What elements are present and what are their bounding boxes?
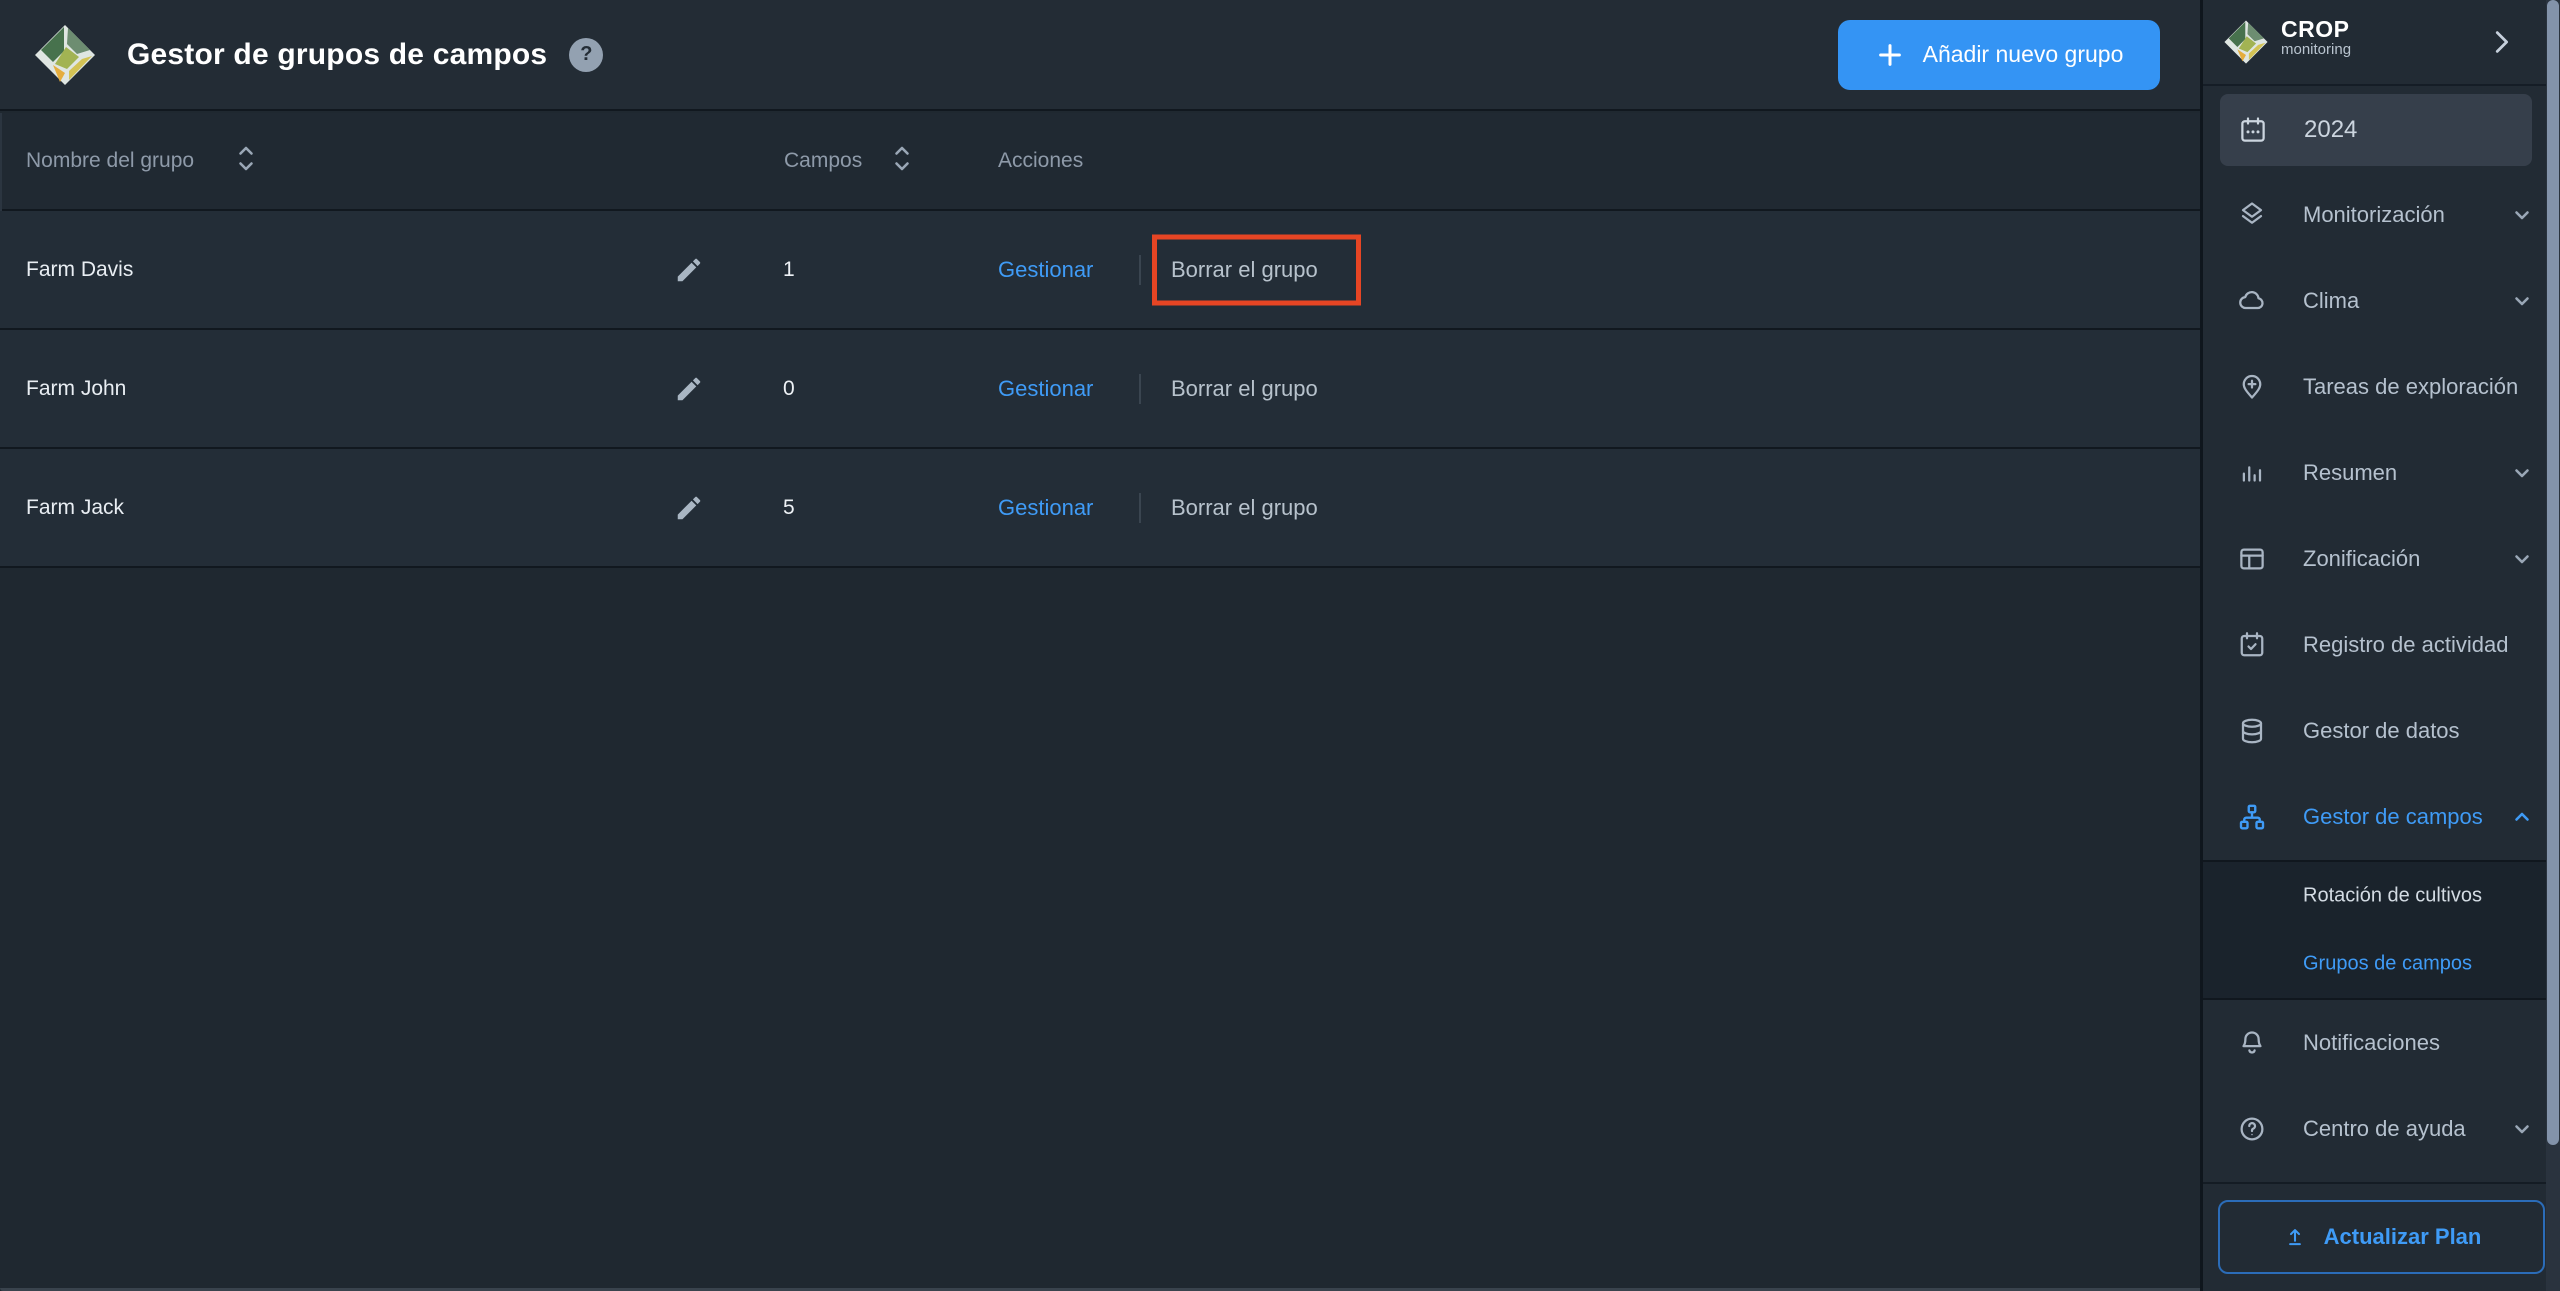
chevron-down-icon bbox=[2510, 461, 2534, 485]
sort-icon-campos[interactable] bbox=[893, 142, 911, 181]
upgrade-plan-label: Actualizar Plan bbox=[2323, 1224, 2482, 1249]
action-divider bbox=[1139, 492, 1141, 523]
page-title: Gestor de grupos de campos bbox=[127, 37, 548, 71]
add-group-button[interactable]: Añadir nuevo grupo bbox=[1838, 19, 2160, 90]
chevron-down-icon bbox=[2510, 547, 2534, 571]
sidebar-item-label: Registro de actividad bbox=[2303, 632, 2509, 657]
calendar-icon bbox=[2238, 115, 2268, 145]
sort-icon-nombre[interactable] bbox=[237, 142, 255, 181]
edit-pencil-icon[interactable] bbox=[674, 255, 704, 285]
sidebar-item-tareas-de-exploracion[interactable]: Tareas de exploración bbox=[2203, 344, 2560, 430]
year-label: 2024 bbox=[2304, 116, 2358, 143]
group-name: Farm John bbox=[26, 376, 127, 400]
chevron-up-icon bbox=[2510, 805, 2534, 829]
cloud-icon bbox=[2237, 286, 2267, 316]
table-row: Farm Jack 5 Gestionar Borrar el grupo bbox=[0, 449, 2200, 568]
sidebar-item-centro-de-ayuda[interactable]: Centro de ayuda bbox=[2203, 1086, 2560, 1172]
sidebar-item-label: Resumen bbox=[2303, 460, 2398, 485]
add-group-button-label: Añadir nuevo grupo bbox=[1922, 41, 2124, 67]
action-divider bbox=[1139, 373, 1141, 404]
bell-icon bbox=[2237, 1028, 2267, 1058]
sidebar: CROP monitoring 2024 Monitorización Clim… bbox=[2200, 0, 2560, 1291]
sidebar-item-label: Gestor de campos bbox=[2303, 804, 2483, 829]
sitemap-icon bbox=[2237, 802, 2267, 832]
main-area: Gestor de grupos de campos ? Añadir nuev… bbox=[0, 0, 2200, 1291]
layout-icon bbox=[2237, 544, 2267, 574]
pin-plus-icon bbox=[2237, 372, 2267, 402]
chevron-down-icon bbox=[2510, 203, 2534, 227]
sidebar-item-notificaciones[interactable]: Notificaciones bbox=[2203, 1000, 2560, 1086]
question-circle-icon bbox=[2237, 1114, 2267, 1144]
year-selector[interactable]: 2024 bbox=[2220, 94, 2532, 166]
sidebar-subitem-label: Grupos de campos bbox=[2303, 952, 2472, 975]
sidebar-item-label: Centro de ayuda bbox=[2303, 1116, 2466, 1141]
table-header: Nombre del grupo Campos Acciones bbox=[0, 113, 2200, 211]
sidebar-item-clima[interactable]: Clima bbox=[2203, 258, 2560, 344]
sidebar-item-label: Clima bbox=[2303, 288, 2360, 313]
calendar-check-icon bbox=[2237, 630, 2267, 660]
sidebar-subitem-rotacion-de-cultivos[interactable]: Rotación de cultivos bbox=[2203, 862, 2560, 930]
layers-icon bbox=[2237, 200, 2267, 230]
table-row: Farm John 0 Gestionar Borrar el grupo bbox=[0, 330, 2200, 449]
sidebar-header: CROP monitoring bbox=[2203, 0, 2560, 86]
plus-icon bbox=[1875, 40, 1905, 70]
column-nombre-del-grupo: Nombre del grupo bbox=[26, 149, 195, 172]
sidebar-item-gestor-de-campos[interactable]: Gestor de campos bbox=[2203, 774, 2560, 860]
delete-group-link[interactable]: Borrar el grupo bbox=[1171, 376, 1318, 402]
bar-chart-icon bbox=[2237, 458, 2267, 488]
manage-link[interactable]: Gestionar bbox=[998, 376, 1093, 402]
sidebar-nav: Monitorización Clima Tareas de exploraci… bbox=[2203, 172, 2560, 1274]
brand-subtitle: monitoring bbox=[2281, 41, 2352, 58]
app-window: Gestor de grupos de campos ? Añadir nuev… bbox=[0, 0, 2560, 1291]
crop-monitoring-logo bbox=[2223, 19, 2269, 65]
app-logo bbox=[33, 23, 97, 87]
sidebar-divider bbox=[2203, 1182, 2560, 1184]
sidebar-item-label: Tareas de exploración bbox=[2303, 374, 2519, 399]
database-icon bbox=[2237, 716, 2267, 746]
manage-link[interactable]: Gestionar bbox=[998, 257, 1093, 283]
delete-group-link[interactable]: Borrar el grupo bbox=[1171, 495, 1318, 521]
sidebar-scrollbar-track bbox=[2546, 0, 2560, 1291]
upgrade-plan-button[interactable]: Actualizar Plan bbox=[2218, 1200, 2545, 1274]
chevron-down-icon bbox=[2510, 1117, 2534, 1141]
delete-group-highlight bbox=[1152, 234, 1361, 305]
sidebar-item-registro-de-actividad[interactable]: Registro de actividad bbox=[2203, 602, 2560, 688]
help-icon[interactable]: ? bbox=[569, 37, 604, 72]
sidebar-subitem-grupos-de-campos[interactable]: Grupos de campos bbox=[2203, 930, 2560, 998]
action-divider bbox=[1139, 254, 1141, 285]
sidebar-item-label: Monitorización bbox=[2303, 202, 2445, 227]
fields-count: 5 bbox=[783, 495, 795, 519]
fields-count: 0 bbox=[783, 376, 795, 400]
fields-count: 1 bbox=[783, 257, 795, 281]
sidebar-item-resumen[interactable]: Resumen bbox=[2203, 430, 2560, 516]
column-acciones: Acciones bbox=[998, 149, 1084, 172]
sidebar-collapse-button[interactable] bbox=[2486, 27, 2516, 57]
sidebar-item-label: Gestor de datos bbox=[2303, 718, 2460, 743]
year-selector-wrap: 2024 bbox=[2203, 86, 2560, 172]
sidebar-subitem-label: Rotación de cultivos bbox=[2303, 884, 2482, 907]
sidebar-item-label: Notificaciones bbox=[2303, 1030, 2440, 1055]
brand-name: CROP bbox=[2281, 16, 2350, 42]
sidebar-scrollbar-thumb[interactable] bbox=[2547, 0, 2559, 1145]
chevron-down-icon bbox=[2510, 289, 2534, 313]
sidebar-submenu: Rotación de cultivos Grupos de campos bbox=[2203, 860, 2560, 1000]
column-campos: Campos bbox=[784, 149, 863, 172]
group-name: Farm Davis bbox=[26, 257, 134, 281]
edit-pencil-icon[interactable] bbox=[674, 493, 704, 523]
sidebar-item-label: Zonificación bbox=[2303, 546, 2421, 571]
sidebar-item-monitorizacion[interactable]: Monitorización bbox=[2203, 172, 2560, 258]
table-row: Farm Davis 1 Gestionar Borrar el grupo bbox=[0, 211, 2200, 330]
sidebar-item-gestor-de-datos[interactable]: Gestor de datos bbox=[2203, 688, 2560, 774]
upload-icon bbox=[2282, 1224, 2308, 1250]
brand-text: CROP monitoring bbox=[2281, 17, 2351, 58]
sidebar-item-zonificacion[interactable]: Zonificación bbox=[2203, 516, 2560, 602]
top-header: Gestor de grupos de campos ? Añadir nuev… bbox=[0, 0, 2200, 111]
manage-link[interactable]: Gestionar bbox=[998, 495, 1093, 521]
edit-pencil-icon[interactable] bbox=[674, 374, 704, 404]
group-name: Farm Jack bbox=[26, 495, 125, 519]
